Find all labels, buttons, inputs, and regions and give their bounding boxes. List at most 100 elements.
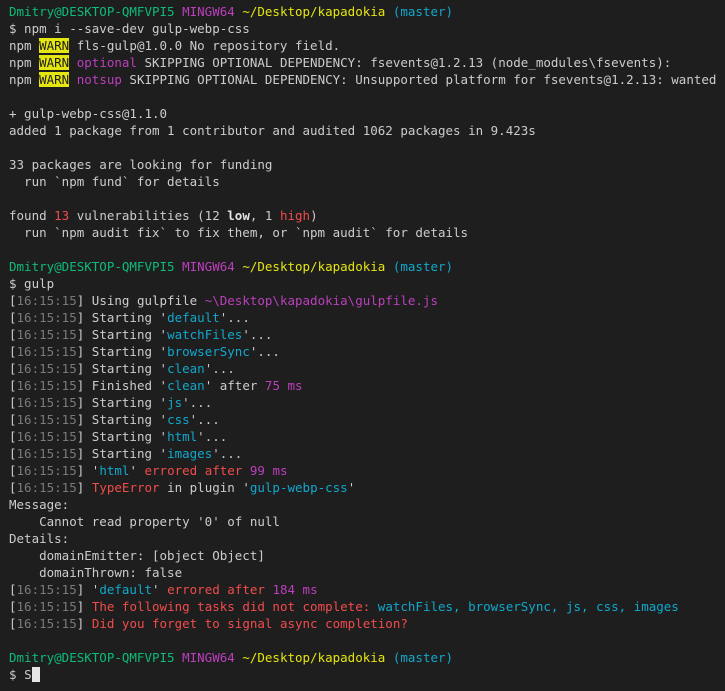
timestamp: 16:15:15 xyxy=(16,429,77,444)
task-name: html xyxy=(167,429,198,444)
task-name: default xyxy=(167,310,220,325)
output-text: Cannot read property '0' of null xyxy=(9,514,280,529)
terminal-line: 33 packages are looking for funding xyxy=(9,156,725,173)
terminal-line: Cannot read property '0' of null xyxy=(9,513,725,530)
output-text: ) xyxy=(310,208,318,223)
output-text: added 1 package from 1 contributor and a… xyxy=(9,123,536,138)
terminal-line: npm WARN optional SKIPPING OPTIONAL DEPE… xyxy=(9,54,725,71)
output-text: '... xyxy=(197,429,228,444)
task-name: watchFiles xyxy=(167,327,243,342)
task-name: default xyxy=(99,582,153,597)
timestamp: 16:15:15 xyxy=(16,293,77,308)
timestamp: 16:15:15 xyxy=(16,616,77,631)
output-text: [ xyxy=(9,582,17,597)
terminal-line: [16:15:15] Starting 'clean'... xyxy=(9,360,725,377)
error-text: Did you forget to signal async completio… xyxy=(91,616,408,631)
task-name: html xyxy=(99,463,130,478)
output-text: run `npm audit fix` to fix them, or `npm… xyxy=(9,225,469,240)
output-text: npm xyxy=(9,72,40,87)
terminal-line: [16:15:15] The following tasks did not c… xyxy=(9,598,725,615)
output-text: [ xyxy=(9,480,17,495)
terminal-line: $ npm i --save-dev gulp-webp-css xyxy=(9,20,725,37)
output-text: npm xyxy=(9,55,40,70)
terminal-line: $ gulp xyxy=(9,275,725,292)
output-text: SKIPPING OPTIONAL DEPENDENCY: Unsupporte… xyxy=(121,72,725,87)
output-text: [ xyxy=(9,293,17,308)
output-text: SKIPPING OPTIONAL DEPENDENCY: fsevents@1… xyxy=(136,55,672,70)
terminal-line: [16:15:15] Using gulpfile ~\Desktop\kapa… xyxy=(9,292,725,309)
output-text: Details: xyxy=(9,531,70,546)
output-text: '... xyxy=(204,361,235,376)
output-text: [ xyxy=(9,310,17,325)
output-text: , 1 xyxy=(249,208,280,223)
task-name: clean xyxy=(167,378,205,393)
task-name: browserSync xyxy=(167,344,250,359)
terminal-line: [16:15:15] Starting 'watchFiles'... xyxy=(9,326,725,343)
error-text: The following tasks did not complete: xyxy=(91,599,378,614)
output-text: ' after xyxy=(204,378,265,393)
task-name: js xyxy=(167,395,183,410)
output-text: '... xyxy=(212,446,243,461)
highlight-text: 75 ms xyxy=(264,378,303,393)
terminal-window[interactable]: Dmitry@DESKTOP-QMFVPI5 MINGW64 ~/Desktop… xyxy=(0,0,725,691)
timestamp: 16:15:15 xyxy=(16,327,77,342)
task-name: watchFiles, browserSync, js, css, images xyxy=(377,599,679,614)
output-text: [ xyxy=(9,361,17,376)
warn-badge: WARN xyxy=(39,55,70,70)
terminal-line: [16:15:15] Finished 'clean' after 75 ms xyxy=(9,377,725,394)
timestamp: 16:15:15 xyxy=(16,378,77,393)
prompt-user: Dmitry@DESKTOP-QMFVPI5 xyxy=(9,259,175,274)
output-text: in plugin ' xyxy=(159,480,250,495)
terminal-line: [16:15:15] Starting 'js'... xyxy=(9,394,725,411)
output-text: 33 packages are looking for funding xyxy=(9,157,273,172)
output-text: ] Starting ' xyxy=(76,361,168,376)
output-text: run `npm fund` for details xyxy=(9,174,220,189)
output-text: $ gulp xyxy=(9,276,55,291)
text-cursor xyxy=(31,667,40,682)
terminal-line: [16:15:15] Starting 'browserSync'... xyxy=(9,343,725,360)
terminal-line: [16:15:15] Did you forget to signal asyn… xyxy=(9,615,725,632)
output-text: ] Starting ' xyxy=(76,395,168,410)
output-text: [ xyxy=(9,344,17,359)
terminal-line: [16:15:15] Starting 'images'... xyxy=(9,445,725,462)
timestamp: 16:15:15 xyxy=(16,310,77,325)
output-text: ' xyxy=(347,480,356,495)
prompt-user: Dmitry@DESKTOP-QMFVPI5 xyxy=(9,650,175,665)
terminal-line: Details: xyxy=(9,530,725,547)
output-text: Message: xyxy=(9,497,70,512)
prompt-host: MINGW64 xyxy=(182,4,235,19)
warn-badge: WARN xyxy=(39,72,70,87)
output-text: S xyxy=(24,667,32,682)
output-text: [ xyxy=(9,395,17,410)
output-text: '... xyxy=(242,327,273,342)
output-text: ] Finished ' xyxy=(76,378,168,393)
error-text: high xyxy=(279,208,311,223)
terminal-line: domainThrown: false xyxy=(9,564,725,581)
output-text: ] ' xyxy=(76,463,100,478)
output-text: ] xyxy=(76,480,92,495)
terminal-line: [16:15:15] Starting 'html'... xyxy=(9,428,725,445)
output-text: ' xyxy=(129,463,145,478)
task-name: clean xyxy=(167,361,205,376)
timestamp: 16:15:15 xyxy=(16,599,77,614)
terminal-line: npm WARN fls-gulp@1.0.0 No repository fi… xyxy=(9,37,725,54)
highlight-text: 99 ms xyxy=(249,463,288,478)
terminal-line: + gulp-webp-css@1.1.0 xyxy=(9,105,725,122)
output-text: ] xyxy=(76,616,92,631)
output-text: [ xyxy=(9,412,17,427)
terminal-line: Dmitry@DESKTOP-QMFVPI5 MINGW64 ~/Desktop… xyxy=(9,649,725,666)
output-text: ] Starting ' xyxy=(76,327,168,342)
output-text: domainEmitter: [object Object] xyxy=(9,548,265,563)
output-text: [ xyxy=(9,599,17,614)
task-name: css xyxy=(167,412,190,427)
terminal-line: domainEmitter: [object Object] xyxy=(9,547,725,564)
output-text: '... xyxy=(219,310,250,325)
terminal-line: run `npm audit fix` to fix them, or `npm… xyxy=(9,224,725,241)
terminal-line: Message: xyxy=(9,496,725,513)
